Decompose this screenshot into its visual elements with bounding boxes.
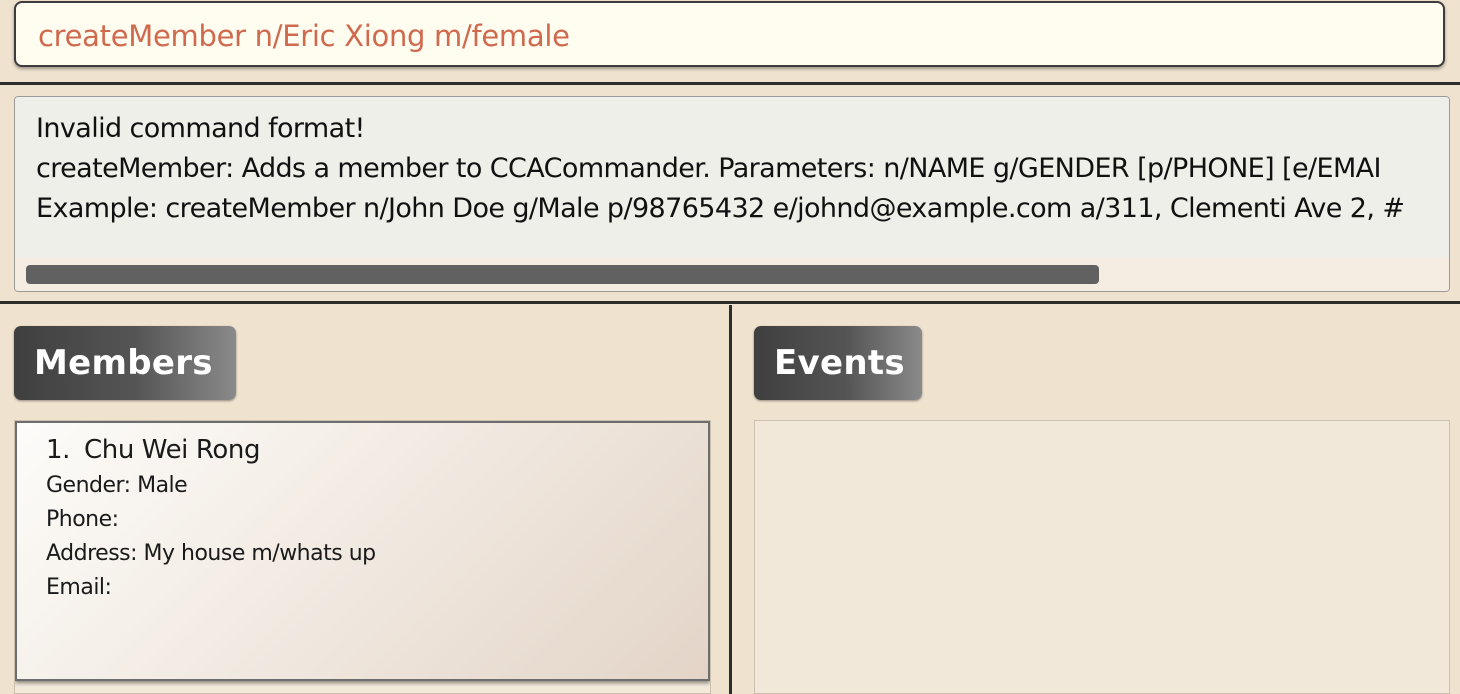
- members-title: Members: [14, 326, 236, 400]
- member-email: Email:: [46, 575, 112, 600]
- divider-middle: [0, 301, 1460, 304]
- result-line-1: Invalid command format!: [36, 113, 365, 144]
- scrollbar-thumb[interactable]: [26, 265, 1099, 284]
- result-line-2: createMember: Adds a member to CCAComman…: [36, 153, 1381, 184]
- member-gender: Gender: Male: [46, 473, 188, 498]
- command-input[interactable]: [38, 17, 1423, 55]
- command-box[interactable]: [14, 1, 1445, 67]
- result-text: Invalid command format! createMember: Ad…: [15, 97, 1449, 257]
- member-name-row: 1. Chu Wei Rong: [46, 435, 260, 465]
- panel-splitter[interactable]: [729, 305, 732, 694]
- members-list[interactable]: 1. Chu Wei Rong Gender: Male Phone: Addre…: [14, 420, 711, 694]
- events-list[interactable]: [754, 420, 1450, 694]
- divider-top: [0, 82, 1460, 85]
- member-index: 1.: [46, 435, 71, 465]
- events-title: Events: [754, 326, 922, 400]
- member-phone: Phone:: [46, 507, 119, 532]
- horizontal-scrollbar[interactable]: [15, 257, 1449, 291]
- member-card[interactable]: 1. Chu Wei Rong Gender: Male Phone: Addre…: [15, 421, 710, 681]
- member-address: Address: My house m/whats up: [46, 541, 376, 566]
- member-name: Chu Wei Rong: [84, 435, 261, 465]
- result-display: Invalid command format! createMember: Ad…: [14, 96, 1450, 292]
- result-line-3: Example: createMember n/John Doe g/Male …: [36, 193, 1405, 224]
